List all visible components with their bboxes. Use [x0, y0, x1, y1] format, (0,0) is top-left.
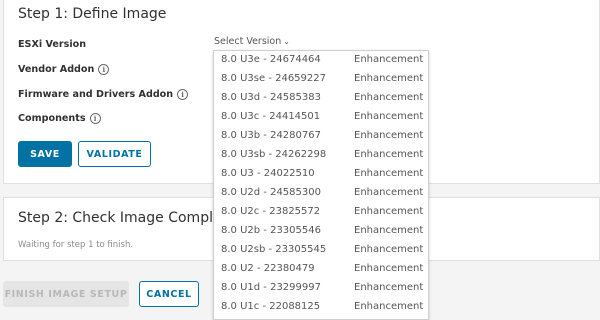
- dropdown-item[interactable]: 8.0 U3b - 24280767 Enhancement: [214, 128, 428, 147]
- category-text: Enhancement: [354, 168, 424, 179]
- dropdown-item[interactable]: 8.0 U3d - 24585383 Enhancement: [214, 90, 428, 109]
- step1-title: Step 1: Define Image: [18, 6, 167, 22]
- dropdown-item[interactable]: 8.0 U3e - 24674464 Enhancement: [214, 52, 428, 71]
- dropdown-item[interactable]: 8.0 U3 - 24022510 Enhancement: [214, 166, 428, 185]
- category-text: Enhancement: [354, 130, 424, 141]
- version-text: 8.0 U2sb - 23305545: [221, 244, 327, 255]
- category-text: Enhancement: [354, 54, 424, 65]
- step2-waiting-text: Waiting for step 1 to finish.: [18, 240, 134, 250]
- version-text: 8.0 U3sb - 24262298: [221, 149, 327, 160]
- category-text: Enhancement: [354, 301, 424, 312]
- info-icon[interactable]: i: [89, 113, 101, 124]
- save-button[interactable]: SAVE: [18, 141, 72, 167]
- esxi-version-select[interactable]: Select Version ⌄: [214, 36, 290, 47]
- firmware-drivers-label: Firmware and Drivers Addon i: [18, 89, 189, 100]
- dropdown-item[interactable]: 8.0 U3sb - 24262298 Enhancement: [214, 147, 428, 166]
- vendor-addon-label-text: Vendor Addon: [18, 64, 95, 75]
- version-text: 8.0 U2 - 22380479: [221, 263, 315, 274]
- chevron-down-icon: ⌄: [283, 37, 290, 46]
- dropdown-item[interactable]: 8.0 U2b - 23305546 Enhancement: [214, 223, 428, 242]
- finish-image-setup-button[interactable]: FINISH IMAGE SETUP: [3, 281, 129, 307]
- info-icon[interactable]: i: [98, 64, 110, 75]
- version-text: 8.0 U3 - 24022510: [221, 168, 315, 179]
- category-text: Enhancement: [354, 225, 424, 236]
- components-label-text: Components: [18, 113, 86, 124]
- dropdown-item[interactable]: 8.0 U3se - 24659227 Enhancement: [214, 71, 428, 90]
- cancel-button[interactable]: CANCEL: [139, 281, 199, 307]
- category-text: Enhancement: [354, 111, 424, 122]
- firmware-drivers-label-text: Firmware and Drivers Addon: [18, 89, 174, 100]
- esxi-version-dropdown[interactable]: 8.0 U3e - 24674464 Enhancement 8.0 U3se …: [213, 50, 429, 320]
- version-text: 8.0 U3c - 24414501: [221, 111, 321, 122]
- version-text: 8.0 U1c - 22088125: [221, 301, 321, 312]
- dropdown-item[interactable]: 8.0 U2sb - 23305545 Enhancement: [214, 242, 428, 261]
- version-text: 8.0 U2d - 24585300: [221, 187, 321, 198]
- dropdown-item[interactable]: 8.0 U2d - 24585300 Enhancement: [214, 185, 428, 204]
- info-icon[interactable]: i: [177, 89, 189, 100]
- dropdown-item[interactable]: 8.0 U2c - 23825572 Enhancement: [214, 204, 428, 223]
- category-text: Enhancement: [354, 282, 424, 293]
- validate-button[interactable]: VALIDATE: [78, 141, 151, 167]
- category-text: Enhancement: [354, 206, 424, 217]
- version-text: 8.0 U2b - 23305546: [221, 225, 321, 236]
- version-text: 8.0 U3b - 24280767: [221, 130, 321, 141]
- components-label: Components i: [18, 113, 101, 124]
- dropdown-item[interactable]: 8.0 U3c - 24414501 Enhancement: [214, 109, 428, 128]
- esxi-version-label-text: ESXi Version: [18, 39, 87, 50]
- version-text: 8.0 U2c - 23825572: [221, 206, 321, 217]
- category-text: Enhancement: [354, 149, 424, 160]
- category-text: Enhancement: [354, 244, 424, 255]
- vendor-addon-label: Vendor Addon i: [18, 64, 110, 75]
- esxi-version-select-text: Select Version: [214, 36, 282, 47]
- version-text: 8.0 U3se - 24659227: [221, 73, 326, 84]
- category-text: Enhancement: [354, 92, 424, 103]
- category-text: Enhancement: [354, 263, 424, 274]
- version-text: 8.0 U1d - 23299997: [221, 282, 321, 293]
- version-text: 8.0 U3d - 24585383: [221, 92, 321, 103]
- dropdown-item[interactable]: 8.0 U2 - 22380479 Enhancement: [214, 261, 428, 280]
- dropdown-item[interactable]: 8.0 U1c - 22088125 Enhancement: [214, 299, 428, 318]
- version-text: 8.0 U3e - 24674464: [221, 54, 321, 65]
- category-text: Enhancement: [354, 187, 424, 198]
- dropdown-item[interactable]: 8.0 U1d - 23299997 Enhancement: [214, 280, 428, 299]
- esxi-version-label: ESXi Version: [18, 39, 86, 50]
- category-text: Enhancement: [354, 73, 424, 84]
